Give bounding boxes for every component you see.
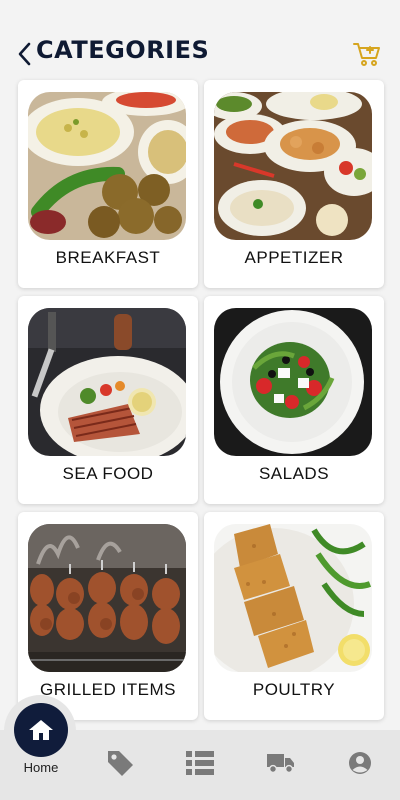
category-label: SEA FOOD [62, 464, 154, 483]
home-button[interactable] [14, 703, 68, 757]
breakfast-image [28, 92, 186, 240]
nav-profile[interactable] [345, 748, 375, 778]
nav-menu-list[interactable] [184, 748, 216, 778]
cart-button[interactable] [352, 40, 382, 68]
back-button[interactable] [14, 40, 34, 68]
category-label: APPETIZER [244, 248, 344, 267]
category-card-breakfast[interactable]: BREAKFAST [18, 80, 198, 288]
category-card-salads[interactable]: SALADS [204, 296, 384, 504]
list-icon [186, 751, 214, 775]
poultry-image [214, 524, 372, 672]
category-card-poultry[interactable]: POULTRY [204, 512, 384, 720]
nav-offers[interactable] [104, 748, 136, 778]
category-card-grilled-items[interactable]: GRILLED ITEMS [18, 512, 198, 720]
appetizer-image [214, 92, 372, 240]
salads-image [214, 308, 372, 456]
user-circle-icon [349, 752, 371, 774]
chevron-left-icon [18, 42, 31, 66]
category-card-sea-food[interactable]: SEA FOOD [18, 296, 198, 504]
home-icon [29, 720, 53, 740]
category-label: POULTRY [252, 680, 336, 699]
truck-icon [267, 754, 294, 774]
category-card-appetizer[interactable]: APPETIZER [204, 80, 384, 288]
grilled-items-image [28, 524, 186, 672]
category-label: SALADS [258, 464, 330, 483]
cart-icon [353, 43, 380, 66]
sea-food-image [28, 308, 186, 456]
nav-delivery[interactable] [266, 748, 296, 778]
header: CATEGORIES [0, 0, 400, 80]
home-label: Home [23, 760, 59, 775]
tag-icon [108, 751, 133, 776]
page-title: CATEGORIES [36, 36, 210, 64]
category-label: BREAKFAST [55, 248, 161, 267]
